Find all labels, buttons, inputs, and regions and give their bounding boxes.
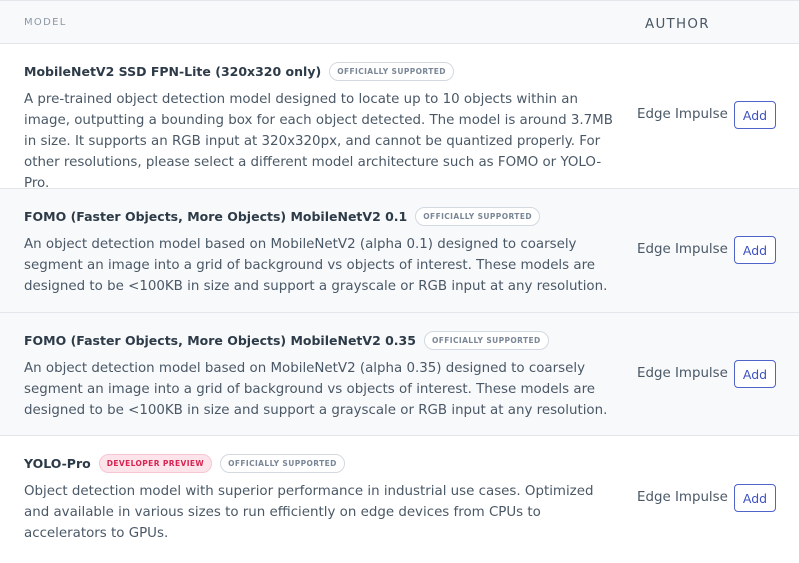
- model-title-line: FOMO (Faster Objects, More Objects) Mobi…: [24, 207, 540, 226]
- officially-supported-badge: OFFICIALLY SUPPORTED: [423, 331, 549, 350]
- model-description: An object detection model based on Mobil…: [24, 237, 608, 294]
- model-author: Edge Impulse: [637, 366, 728, 381]
- officially-supported-badge: OFFICIALLY SUPPORTED: [220, 454, 345, 473]
- model-title-line: MobileNetV2 SSD FPN-Lite (320x320 only) …: [24, 62, 454, 81]
- add-model-button[interactable]: Add: [734, 101, 776, 129]
- officially-supported-badge: OFFICIALLY SUPPORTED: [415, 207, 540, 226]
- model-description: Object detection model with superior per…: [24, 484, 594, 541]
- table-row: YOLO-Pro DEVELOPER PREVIEW OFFICIALLY SU…: [0, 436, 799, 563]
- model-title-line: FOMO (Faster Objects, More Objects) Mobi…: [24, 331, 549, 350]
- model-title: FOMO (Faster Objects, More Objects) Mobi…: [24, 209, 408, 224]
- column-header-model: MODEL: [24, 17, 67, 28]
- add-model-button[interactable]: Add: [734, 236, 776, 264]
- model-title: YOLO-Pro: [24, 456, 91, 471]
- model-title: MobileNetV2 SSD FPN-Lite (320x320 only): [24, 64, 322, 79]
- table-row: FOMO (Faster Objects, More Objects) Mobi…: [0, 189, 799, 313]
- add-model-button[interactable]: Add: [734, 360, 776, 388]
- developer-preview-badge: DEVELOPER PREVIEW: [98, 454, 213, 473]
- model-description: An object detection model based on Mobil…: [24, 361, 608, 418]
- officially-supported-badge: OFFICIALLY SUPPORTED: [329, 62, 454, 81]
- model-author: Edge Impulse: [637, 107, 728, 122]
- table-row: FOMO (Faster Objects, More Objects) Mobi…: [0, 313, 799, 436]
- model-description: A pre-trained object detection model des…: [24, 92, 613, 191]
- model-author: Edge Impulse: [637, 242, 728, 257]
- model-selection-table: MODEL AUTHOR MobileNetV2 SSD FPN-Lite (3…: [0, 0, 799, 563]
- model-title-line: YOLO-Pro DEVELOPER PREVIEW OFFICIALLY SU…: [24, 454, 345, 473]
- table-header: MODEL AUTHOR: [0, 0, 799, 44]
- add-model-button[interactable]: Add: [734, 484, 776, 512]
- table-row: MobileNetV2 SSD FPN-Lite (320x320 only) …: [0, 44, 799, 191]
- model-title: FOMO (Faster Objects, More Objects) Mobi…: [24, 333, 416, 348]
- column-header-author: AUTHOR: [645, 17, 710, 32]
- model-author: Edge Impulse: [637, 490, 728, 505]
